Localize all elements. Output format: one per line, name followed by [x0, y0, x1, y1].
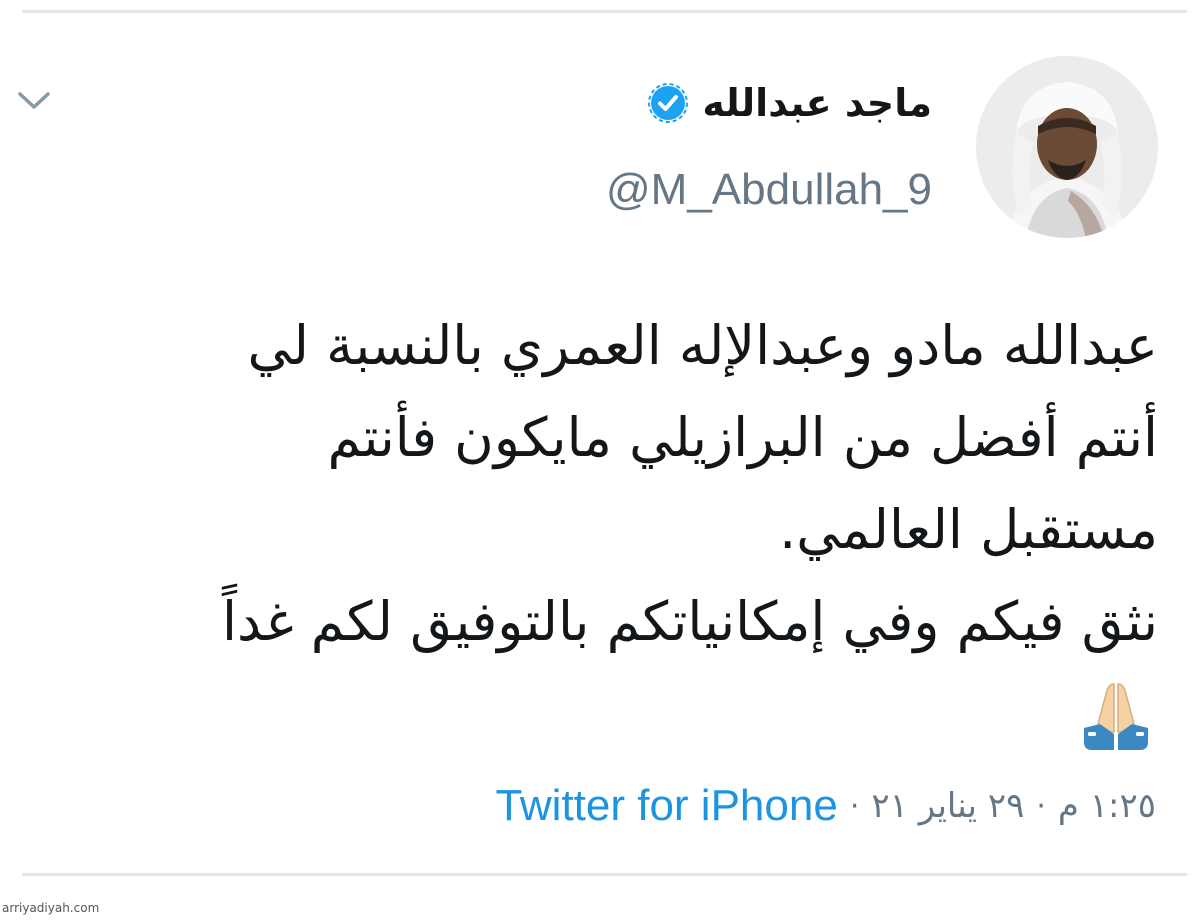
avatar[interactable] [976, 56, 1158, 238]
source-app-link[interactable]: Twitter for iPhone [495, 781, 837, 831]
tweet-meta: Twitter for iPhone · ٢٩ يناير ٢١ · ١:٢٥ … [495, 776, 1156, 836]
bottom-divider [22, 873, 1187, 876]
verified-badge-icon [648, 83, 689, 123]
folded-hands-emoji [1084, 683, 1148, 750]
tweet-text: عبدالله مادو وعبدالإله العمري بالنسبة لي… [58, 300, 1158, 668]
tweet-line: عبدالله مادو وعبدالإله العمري بالنسبة لي [247, 314, 1158, 377]
author-name-row[interactable]: ماجد عبدالله [648, 78, 932, 128]
tweet-time[interactable]: ١:٢٥ م [1058, 786, 1156, 826]
tweet-line: أنتم أفضل من البرازيلي مايكون فأنتم [327, 406, 1158, 469]
user-handle[interactable]: @M_Abdullah_9 [606, 162, 932, 218]
site-watermark: arriyadiyah.com [2, 901, 100, 915]
display-name[interactable]: ماجد عبدالله [702, 78, 932, 128]
tweet-line: نثق فيكم وفي إمكانياتكم بالتوفيق لكم غدا… [222, 590, 1158, 653]
tweet-line: مستقبل العالمي. [779, 498, 1158, 561]
tweet-date[interactable]: ٢٩ يناير ٢١ [871, 786, 1024, 826]
top-divider [22, 10, 1187, 13]
chevron-down-icon[interactable] [16, 88, 52, 112]
meta-separator: · [1036, 788, 1046, 824]
meta-separator: · [849, 788, 860, 824]
profile-photo [976, 56, 1158, 238]
